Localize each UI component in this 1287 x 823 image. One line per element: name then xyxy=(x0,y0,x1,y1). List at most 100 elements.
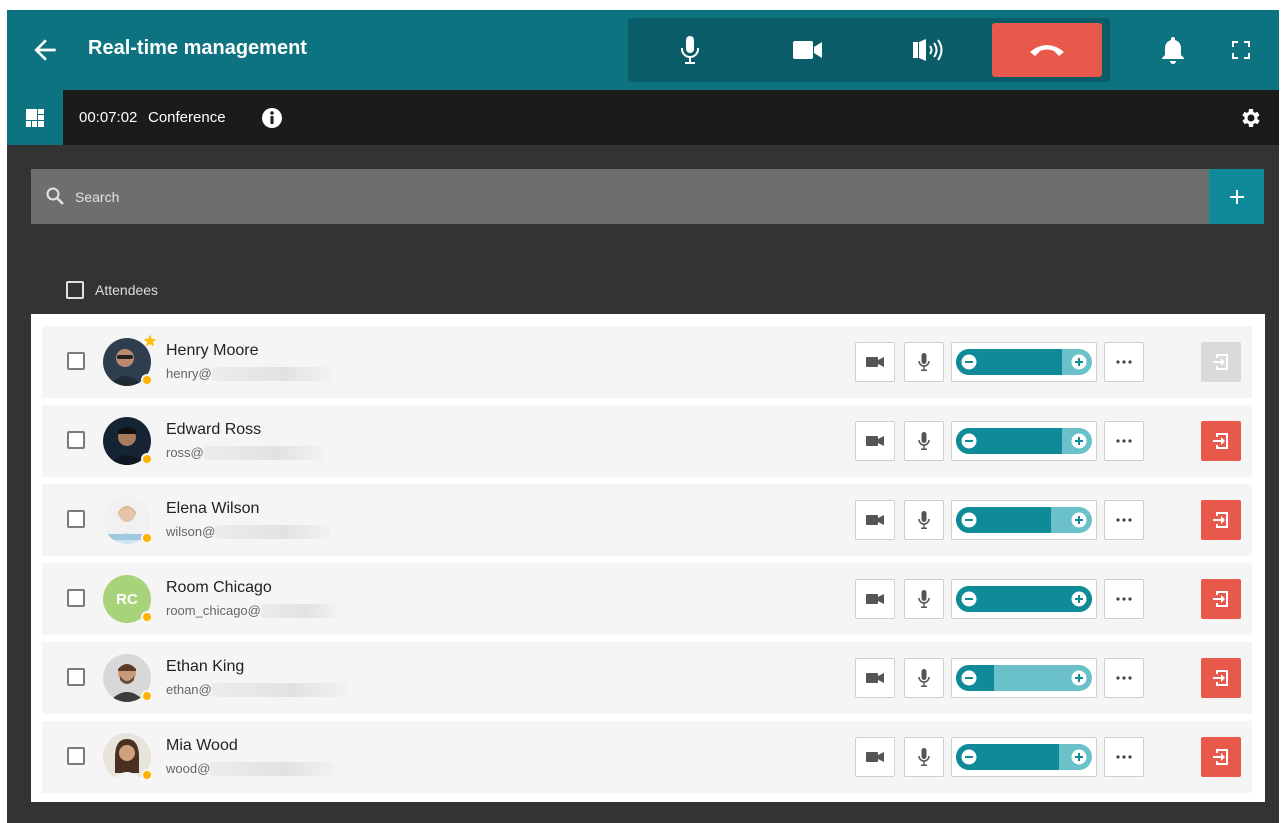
remove-attendee-button[interactable] xyxy=(1201,342,1241,382)
attendee-row: RC Room Chicago room_chicago@ xyxy=(42,563,1252,635)
attendee-list: Henry Moore henry@ Edward Ross ross@ Ele… xyxy=(31,314,1265,802)
more-options-button[interactable] xyxy=(1104,579,1144,619)
avatar[interactable] xyxy=(103,417,153,465)
attendee-volume-control[interactable] xyxy=(951,421,1097,461)
back-button[interactable] xyxy=(29,34,61,66)
attendee-checkbox[interactable] xyxy=(67,510,85,528)
attendee-mic-button[interactable] xyxy=(904,579,944,619)
search-input[interactable] xyxy=(75,169,1195,224)
conference-label: Conference xyxy=(148,109,226,126)
attendee-volume-control[interactable] xyxy=(951,737,1097,777)
volume-minus-icon[interactable] xyxy=(961,591,977,607)
attendee-volume-control[interactable] xyxy=(951,658,1097,698)
more-icon xyxy=(1116,518,1132,522)
fullscreen-button[interactable] xyxy=(1225,34,1257,66)
volume-minus-icon[interactable] xyxy=(961,354,977,370)
volume-slider[interactable] xyxy=(956,428,1092,454)
attendee-email: ross@ xyxy=(166,445,204,460)
attendee-name: Mia Wood xyxy=(166,737,238,754)
avatar[interactable] xyxy=(103,334,157,386)
attendee-mic-button[interactable] xyxy=(904,342,944,382)
attendee-row: Mia Wood wood@ xyxy=(42,721,1252,793)
attendee-mic-button[interactable] xyxy=(904,658,944,698)
hangup-button[interactable] xyxy=(992,23,1102,77)
settings-button[interactable] xyxy=(1239,106,1263,130)
plus-icon xyxy=(1229,189,1244,204)
toggle-camera-button[interactable] xyxy=(758,18,858,82)
call-controls xyxy=(628,18,1110,82)
notifications-button[interactable] xyxy=(1157,34,1189,66)
more-options-button[interactable] xyxy=(1104,737,1144,777)
volume-slider[interactable] xyxy=(956,665,1092,691)
info-button[interactable] xyxy=(261,107,283,129)
fullscreen-icon xyxy=(1232,41,1250,59)
volume-plus-icon[interactable] xyxy=(1071,670,1087,686)
volume-minus-icon[interactable] xyxy=(961,433,977,449)
speaker-button[interactable] xyxy=(878,18,978,82)
add-attendee-button[interactable] xyxy=(1209,169,1264,224)
attendee-checkbox[interactable] xyxy=(67,668,85,686)
volume-plus-icon[interactable] xyxy=(1071,354,1087,370)
remove-attendee-button[interactable] xyxy=(1201,500,1241,540)
attendee-email: wood@ xyxy=(166,761,211,776)
call-timer: 00:07:02 xyxy=(79,109,138,126)
more-options-button[interactable] xyxy=(1104,421,1144,461)
attendee-email: henry@ xyxy=(166,366,212,381)
attendee-camera-button[interactable] xyxy=(855,658,895,698)
microphone-icon xyxy=(918,590,930,608)
attendee-checkbox[interactable] xyxy=(67,589,85,607)
attendee-camera-button[interactable] xyxy=(855,421,895,461)
attendee-checkbox[interactable] xyxy=(67,352,85,370)
volume-plus-icon[interactable] xyxy=(1071,512,1087,528)
status-indicator xyxy=(141,769,153,781)
volume-slider[interactable] xyxy=(956,586,1092,612)
remove-attendee-button[interactable] xyxy=(1201,579,1241,619)
microphone-icon xyxy=(918,432,930,450)
volume-plus-icon[interactable] xyxy=(1071,749,1087,765)
avatar[interactable]: RC xyxy=(103,575,153,623)
attendee-mic-button[interactable] xyxy=(904,500,944,540)
avatar[interactable] xyxy=(103,733,153,781)
app-window: Real-time management 00:07:02 Conference… xyxy=(7,10,1279,823)
select-all-checkbox[interactable] xyxy=(66,281,84,299)
attendee-camera-button[interactable] xyxy=(855,342,895,382)
mute-mic-button[interactable] xyxy=(640,18,740,82)
attendee-checkbox[interactable] xyxy=(67,747,85,765)
remove-attendee-icon xyxy=(1213,591,1228,607)
volume-plus-icon[interactable] xyxy=(1071,433,1087,449)
volume-minus-icon[interactable] xyxy=(961,512,977,528)
volume-minus-icon[interactable] xyxy=(961,749,977,765)
attendee-email-wrap: ethan@ xyxy=(166,682,347,697)
more-options-button[interactable] xyxy=(1104,658,1144,698)
attendee-name: Edward Ross xyxy=(166,421,262,438)
attendees-header: Attendees xyxy=(66,281,158,299)
attendee-camera-button[interactable] xyxy=(855,737,895,777)
attendee-checkbox[interactable] xyxy=(67,431,85,449)
remove-attendee-button[interactable] xyxy=(1201,737,1241,777)
attendee-volume-control[interactable] xyxy=(951,500,1097,540)
attendee-volume-control[interactable] xyxy=(951,342,1097,382)
attendee-row: Ethan King ethan@ xyxy=(42,642,1252,714)
status-indicator xyxy=(141,532,153,544)
volume-plus-icon[interactable] xyxy=(1071,591,1087,607)
volume-slider[interactable] xyxy=(956,744,1092,770)
bell-icon xyxy=(1162,37,1184,64)
more-options-button[interactable] xyxy=(1104,500,1144,540)
volume-slider[interactable] xyxy=(956,507,1092,533)
attendee-camera-button[interactable] xyxy=(855,579,895,619)
attendee-mic-button[interactable] xyxy=(904,737,944,777)
attendee-volume-control[interactable] xyxy=(951,579,1097,619)
layout-button[interactable] xyxy=(7,90,63,145)
hangup-phone-icon xyxy=(1030,45,1064,56)
remove-attendee-button[interactable] xyxy=(1201,421,1241,461)
attendee-mic-button[interactable] xyxy=(904,421,944,461)
avatar[interactable] xyxy=(103,654,153,702)
attendee-camera-button[interactable] xyxy=(855,500,895,540)
volume-slider[interactable] xyxy=(956,349,1092,375)
volume-minus-icon[interactable] xyxy=(961,670,977,686)
avatar[interactable] xyxy=(103,496,153,544)
remove-attendee-icon xyxy=(1213,433,1228,449)
more-options-button[interactable] xyxy=(1104,342,1144,382)
remove-attendee-button[interactable] xyxy=(1201,658,1241,698)
attendee-email-wrap: wood@ xyxy=(166,761,336,776)
